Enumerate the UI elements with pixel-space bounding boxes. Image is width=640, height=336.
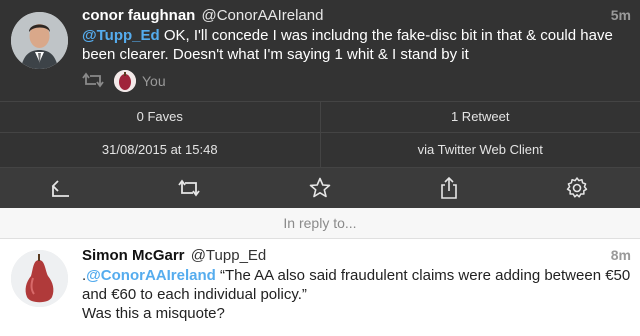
retweet-small-icon bbox=[82, 72, 104, 93]
retweet-icon[interactable] bbox=[177, 176, 201, 200]
retweeter-name[interactable]: You bbox=[142, 73, 166, 89]
conversation-detail-panel: conor faughnan @ConorAAIreland 5m @Tupp_… bbox=[0, 0, 640, 208]
tweet-text: .@ConorAAIreland “The AA also said fraud… bbox=[82, 266, 632, 323]
mention-link[interactable]: @ConorAAIreland bbox=[86, 267, 216, 284]
tweet-meta: 31/08/2015 at 15:48 via Twitter Web Clie… bbox=[0, 133, 640, 168]
tweet-body-line2: Was this a misquote? bbox=[82, 305, 225, 322]
tweet-author[interactable]: Simon McGarr @Tupp_Ed bbox=[82, 247, 266, 264]
in-reply-to-header: In reply to... bbox=[0, 208, 640, 239]
tweet-action-bar bbox=[0, 168, 640, 208]
share-icon[interactable] bbox=[437, 176, 461, 200]
tweet-text: @Tupp_Ed OK, I'll concede I was includng… bbox=[82, 26, 630, 64]
tweet-source[interactable]: via Twitter Web Client bbox=[319, 133, 640, 167]
author-handle[interactable]: @ConorAAIreland bbox=[202, 7, 324, 24]
avatar-pear-icon bbox=[11, 250, 68, 307]
retweets-count[interactable]: 1 Retweet bbox=[319, 102, 640, 132]
avatar[interactable] bbox=[11, 12, 68, 69]
author-handle[interactable]: @Tupp_Ed bbox=[191, 247, 267, 264]
star-icon[interactable] bbox=[308, 176, 332, 200]
tweet-stats: 0 Faves 1 Retweet bbox=[0, 101, 640, 133]
tweet-author[interactable]: conor faughnan @ConorAAIreland bbox=[82, 7, 323, 24]
main-tweet[interactable]: conor faughnan @ConorAAIreland 5m @Tupp_… bbox=[0, 0, 640, 101]
tweet-body: OK, I'll concede I was includng the fake… bbox=[82, 27, 613, 63]
author-display-name[interactable]: Simon McGarr bbox=[82, 247, 185, 264]
avatar[interactable] bbox=[11, 250, 68, 307]
retweeter-avatar[interactable] bbox=[114, 70, 136, 92]
author-display-name[interactable]: conor faughnan bbox=[82, 7, 195, 24]
tweet-timestamp: 8m bbox=[610, 247, 631, 263]
tweet-timestamp: 5m bbox=[610, 7, 631, 23]
tweet-date: 31/08/2015 at 15:48 bbox=[101, 142, 218, 157]
retweeted-by: You bbox=[82, 70, 282, 92]
retweeter-photo-icon bbox=[114, 70, 136, 92]
reply-icon[interactable] bbox=[49, 176, 73, 200]
faves-count[interactable]: 0 Faves bbox=[0, 102, 320, 132]
gear-icon[interactable] bbox=[565, 176, 589, 200]
reply-tweet[interactable]: Simon McGarr @Tupp_Ed 8m .@ConorAAIrelan… bbox=[0, 239, 640, 336]
avatar-photo-icon bbox=[11, 12, 68, 69]
mention-link[interactable]: @Tupp_Ed bbox=[82, 27, 160, 44]
